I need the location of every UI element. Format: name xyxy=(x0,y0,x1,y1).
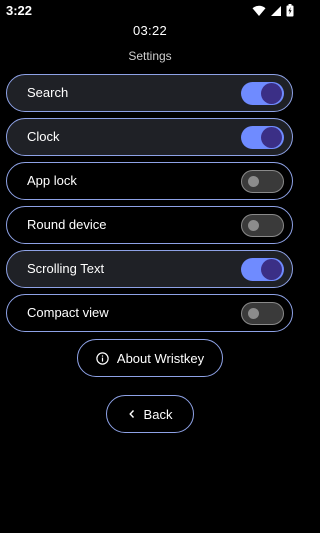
about-button[interactable]: About Wristkey xyxy=(77,339,223,377)
wifi-icon xyxy=(252,5,266,17)
setting-label: Clock xyxy=(27,129,60,144)
status-bar: 3:22 xyxy=(0,0,300,22)
toggle-knob xyxy=(248,308,259,319)
toggle-switch-clock[interactable] xyxy=(241,126,284,149)
setting-label: Search xyxy=(27,85,69,100)
settings-list: Search Clock App lock Round device Scrolling… xyxy=(6,74,293,338)
toggle-knob xyxy=(261,83,282,104)
back-button[interactable]: Back xyxy=(106,395,194,433)
setting-label: App lock xyxy=(27,173,77,188)
setting-row-app-lock[interactable]: App lock xyxy=(6,162,293,200)
toggle-knob xyxy=(261,127,282,148)
setting-label: Round device xyxy=(27,217,107,232)
setting-row-search[interactable]: Search xyxy=(6,74,293,112)
setting-row-scrolling-text[interactable]: Scrolling Text xyxy=(6,250,293,288)
setting-label: Scrolling Text xyxy=(27,261,105,276)
status-time: 3:22 xyxy=(6,3,33,18)
info-icon xyxy=(96,351,109,365)
setting-label: Compact view xyxy=(27,305,109,320)
back-button-label: Back xyxy=(143,406,173,422)
toggle-knob xyxy=(248,176,259,187)
about-button-label: About Wristkey xyxy=(116,350,205,366)
setting-row-clock[interactable]: Clock xyxy=(6,118,293,156)
toggle-switch-app-lock[interactable] xyxy=(241,170,284,193)
toggle-switch-compact-view[interactable] xyxy=(241,302,284,325)
battery-charging-icon xyxy=(286,4,294,17)
toggle-switch-round-device[interactable] xyxy=(241,214,284,237)
clock-display: 03:22 xyxy=(132,23,168,38)
toggle-knob xyxy=(248,220,259,231)
toggle-switch-search[interactable] xyxy=(241,82,284,105)
chevron-left-icon xyxy=(128,409,136,419)
toggle-switch-scrolling-text[interactable] xyxy=(241,258,284,281)
setting-row-compact-view[interactable]: Compact view xyxy=(6,294,293,332)
setting-row-round-device[interactable]: Round device xyxy=(6,206,293,244)
cellular-signal-icon xyxy=(270,5,282,17)
status-icons xyxy=(252,4,294,17)
toggle-knob xyxy=(261,259,282,280)
page-title: Settings xyxy=(128,49,172,63)
